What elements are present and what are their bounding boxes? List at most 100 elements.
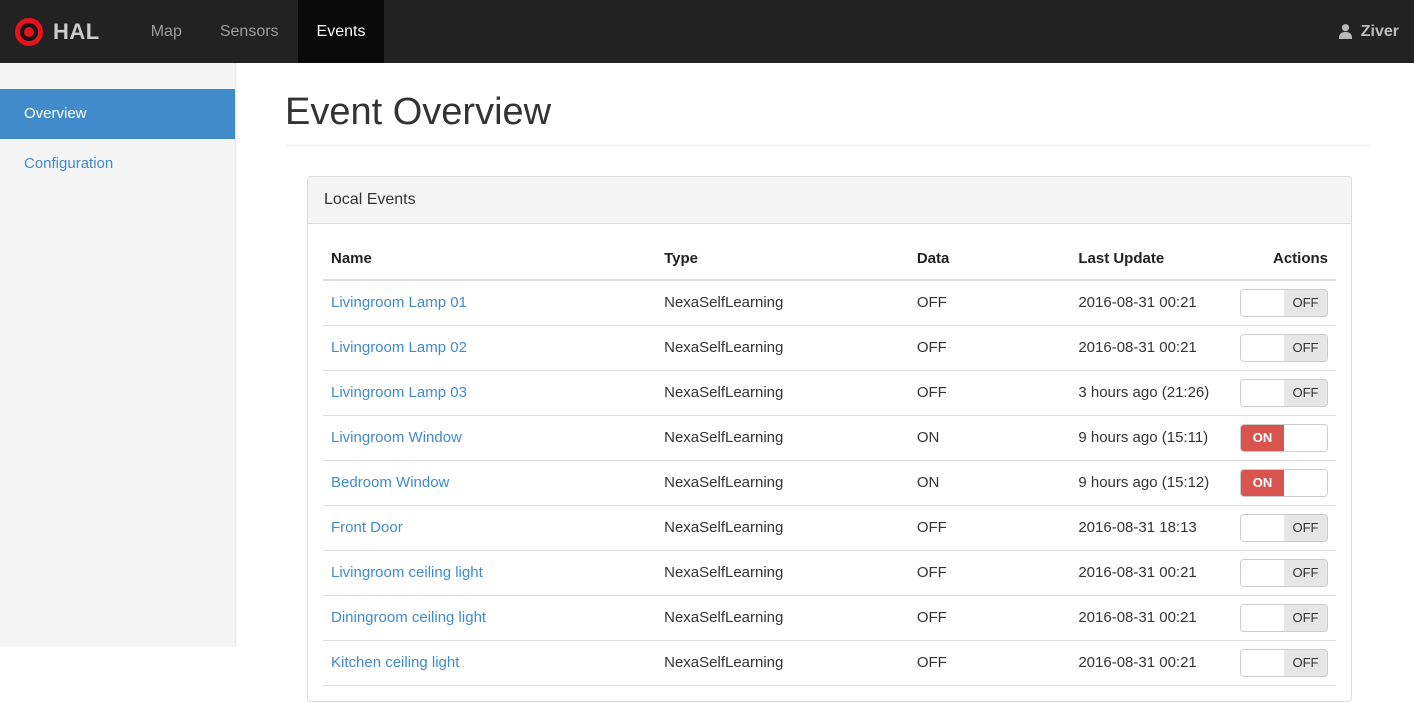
person-icon [1337,23,1354,40]
event-data: OFF [908,640,1071,686]
event-data: ON [908,415,1071,461]
user-menu[interactable]: Ziver [1337,0,1414,63]
event-type: NexaSelfLearning [656,415,909,461]
toggle-state-label: OFF [1284,605,1327,631]
event-toggle[interactable]: ON [1240,469,1328,497]
toggle-knob [1241,560,1284,586]
table-row: Livingroom Lamp 01 NexaSelfLearning OFF … [323,280,1336,326]
events-table-body: Livingroom Lamp 01 NexaSelfLearning OFF … [323,280,1336,686]
event-last-update: 2016-08-31 00:21 [1070,280,1232,326]
event-last-update: 9 hours ago (15:11) [1070,415,1232,461]
event-toggle[interactable]: OFF [1240,604,1328,632]
toggle-knob [1241,335,1284,361]
bullseye-icon [14,17,44,47]
sidebar-item-configuration[interactable]: Configuration [0,139,235,189]
toggle-state-label: ON [1241,425,1284,451]
event-toggle[interactable]: ON [1240,424,1328,452]
event-name-link[interactable]: Livingroom Lamp 02 [331,339,467,356]
table-row: Livingroom Lamp 03 NexaSelfLearning OFF … [323,370,1336,416]
panel-title: Local Events [308,177,1351,224]
toggle-state-label: OFF [1284,335,1327,361]
event-last-update: 2016-08-31 18:13 [1070,505,1232,551]
column-header-name: Name [323,239,657,281]
page-title: Event Overview [285,91,552,133]
event-name-link[interactable]: Bedroom Window [331,474,449,491]
event-type: NexaSelfLearning [656,280,909,326]
event-toggle[interactable]: OFF [1240,289,1328,317]
event-last-update: 2016-08-31 00:21 [1070,550,1232,596]
event-type: NexaSelfLearning [656,370,909,416]
local-events-panel: Local Events Name Type Data Last Update … [307,176,1352,702]
table-row: Livingroom Window NexaSelfLearning ON 9 … [323,415,1336,461]
toggle-state-label: OFF [1284,380,1327,406]
event-last-update: 3 hours ago (21:26) [1070,370,1232,416]
page-header: Event Overview [285,63,1370,146]
table-row: Livingroom Lamp 02 NexaSelfLearning OFF … [323,325,1336,371]
column-header-actions: Actions [1231,239,1336,281]
sidebar: Overview Configuration [0,63,236,647]
toggle-state-label: OFF [1284,290,1327,316]
toggle-knob [1241,650,1284,676]
brand-title: HAL [53,18,100,44]
event-last-update: 2016-08-31 00:21 [1070,325,1232,371]
main-content: Event Overview Local Events Name Type Da… [236,63,1414,702]
event-data: OFF [908,370,1071,416]
column-header-type: Type [656,239,909,281]
column-header-data: Data [908,239,1071,281]
toggle-knob [1241,605,1284,631]
event-data: OFF [908,280,1071,326]
event-name-link[interactable]: Kitchen ceiling light [331,654,459,671]
table-row: Kitchen ceiling light NexaSelfLearning O… [323,640,1336,686]
toggle-state-label: ON [1241,470,1284,496]
event-type: NexaSelfLearning [656,595,909,641]
event-data: OFF [908,325,1071,371]
event-name-link[interactable]: Front Door [331,519,403,536]
event-data: OFF [908,505,1071,551]
event-toggle[interactable]: OFF [1240,559,1328,587]
event-last-update: 9 hours ago (15:12) [1070,460,1232,506]
user-name: Ziver [1360,22,1399,40]
event-last-update: 2016-08-31 00:21 [1070,640,1232,686]
event-name-link[interactable]: Livingroom ceiling light [331,564,483,581]
brand-link[interactable]: HAL [0,0,116,63]
toggle-knob [1284,470,1327,496]
nav-item-map[interactable]: Map [132,0,201,63]
table-header-row: Name Type Data Last Update Actions [323,239,1336,281]
toggle-knob [1284,425,1327,451]
event-data: OFF [908,550,1071,596]
event-type: NexaSelfLearning [656,325,909,371]
nav-item-sensors[interactable]: Sensors [201,0,298,63]
event-name-link[interactable]: Livingroom Lamp 03 [331,384,467,401]
toggle-knob [1241,290,1284,316]
event-data: ON [908,460,1071,506]
event-name-link[interactable]: Livingroom Lamp 01 [331,294,467,311]
event-type: NexaSelfLearning [656,460,909,506]
sidebar-item-overview[interactable]: Overview [0,89,235,139]
toggle-state-label: OFF [1284,560,1327,586]
navbar-menu: Map Sensors Events [132,0,385,63]
event-name-link[interactable]: Livingroom Window [331,429,462,446]
column-header-last-update: Last Update [1070,239,1232,281]
event-toggle[interactable]: OFF [1240,379,1328,407]
toggle-state-label: OFF [1284,515,1327,541]
toggle-state-label: OFF [1284,650,1327,676]
toggle-knob [1241,515,1284,541]
page-layout: Overview Configuration Event Overview Lo… [0,63,1414,702]
table-row: Diningroom ceiling light NexaSelfLearnin… [323,595,1336,641]
table-row: Bedroom Window NexaSelfLearning ON 9 hou… [323,460,1336,506]
table-row: Livingroom ceiling light NexaSelfLearnin… [323,550,1336,596]
top-navbar: HAL Map Sensors Events Ziver [0,0,1414,63]
panel-body: Name Type Data Last Update Actions Livin… [308,224,1351,701]
nav-item-events[interactable]: Events [297,0,385,63]
event-toggle[interactable]: OFF [1240,334,1328,362]
event-last-update: 2016-08-31 00:21 [1070,595,1232,641]
event-name-link[interactable]: Diningroom ceiling light [331,609,486,626]
events-table: Name Type Data Last Update Actions Livin… [323,239,1336,686]
event-data: OFF [908,595,1071,641]
event-type: NexaSelfLearning [656,640,909,686]
event-toggle[interactable]: OFF [1240,514,1328,542]
table-row: Front Door NexaSelfLearning OFF 2016-08-… [323,505,1336,551]
event-type: NexaSelfLearning [656,550,909,596]
event-toggle[interactable]: OFF [1240,649,1328,677]
toggle-knob [1241,380,1284,406]
